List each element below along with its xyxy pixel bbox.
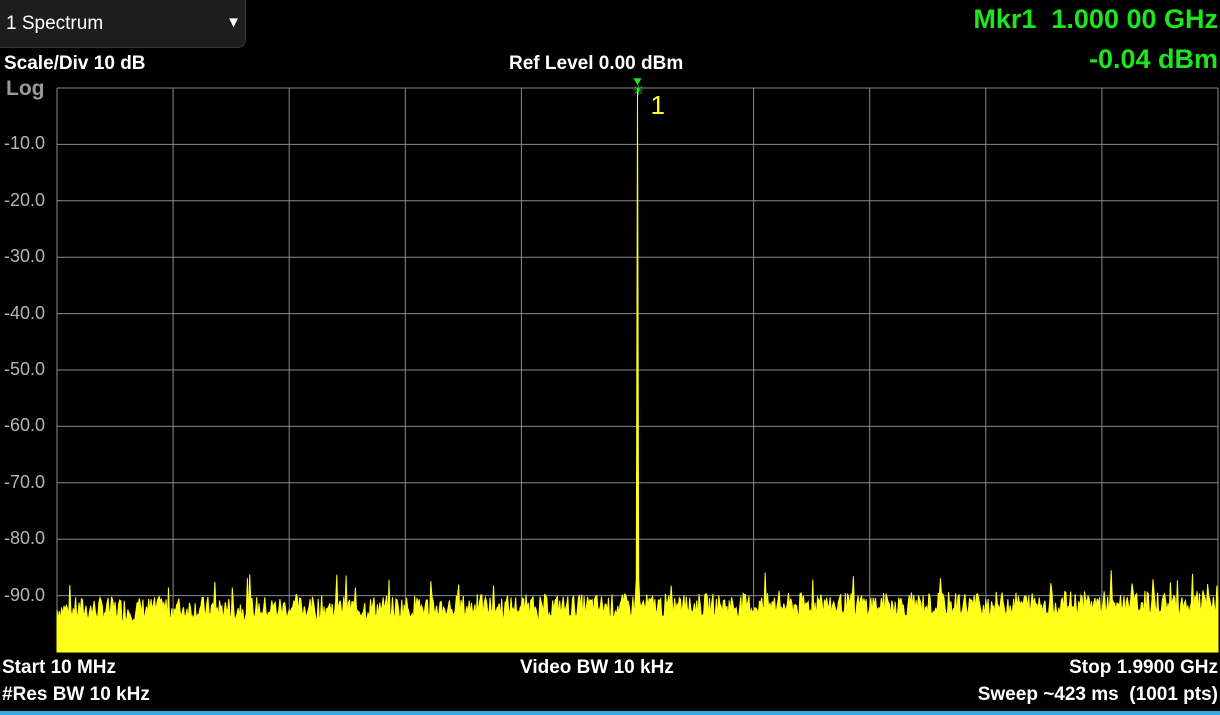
marker-1-icon: ✳: [633, 83, 645, 99]
stop-frequency: Stop 1.9900 GHz: [1069, 657, 1218, 678]
reference-level: Ref Level 0.00 dBm: [509, 53, 684, 74]
y-tick-label: -70.0: [4, 471, 46, 492]
status-bar: [0, 711, 1220, 715]
y-tick-label: -90.0: [4, 584, 46, 605]
y-tick-label: -30.0: [4, 246, 46, 267]
y-tick-label: -50.0: [4, 359, 46, 379]
window-selector[interactable]: 1 Spectrum ▼: [0, 0, 246, 48]
marker-amplitude-readout: -0.04 dBm: [1088, 44, 1218, 74]
start-frequency: Start 10 MHz: [2, 657, 117, 678]
scale-type: Log: [6, 77, 45, 100]
marker-frequency-readout: Mkr1 1.000 00 GHz: [973, 4, 1218, 34]
y-tick-label: -60.0: [4, 415, 46, 436]
y-tick-label: -20.0: [4, 189, 46, 210]
marker-1-label: 1: [651, 90, 665, 120]
video-bandwidth: Video BW 10 kHz: [520, 657, 674, 678]
y-tick-label: -40.0: [4, 302, 46, 323]
y-tick-label: -10.0: [4, 133, 46, 154]
scale-per-div: Scale/Div 10 dB: [4, 53, 146, 74]
window-selector-label: 1 Spectrum: [6, 13, 104, 34]
dropdown-triangle-icon[interactable]: ▼: [226, 14, 241, 31]
y-tick-label: -80.0: [4, 528, 46, 549]
resolution-bandwidth: #Res BW 10 kHz: [2, 684, 150, 705]
sweep-time: Sweep ~423 ms (1001 pts): [977, 684, 1218, 705]
spectrum-plot[interactable]: ✳ 1: [0, 0, 1220, 715]
